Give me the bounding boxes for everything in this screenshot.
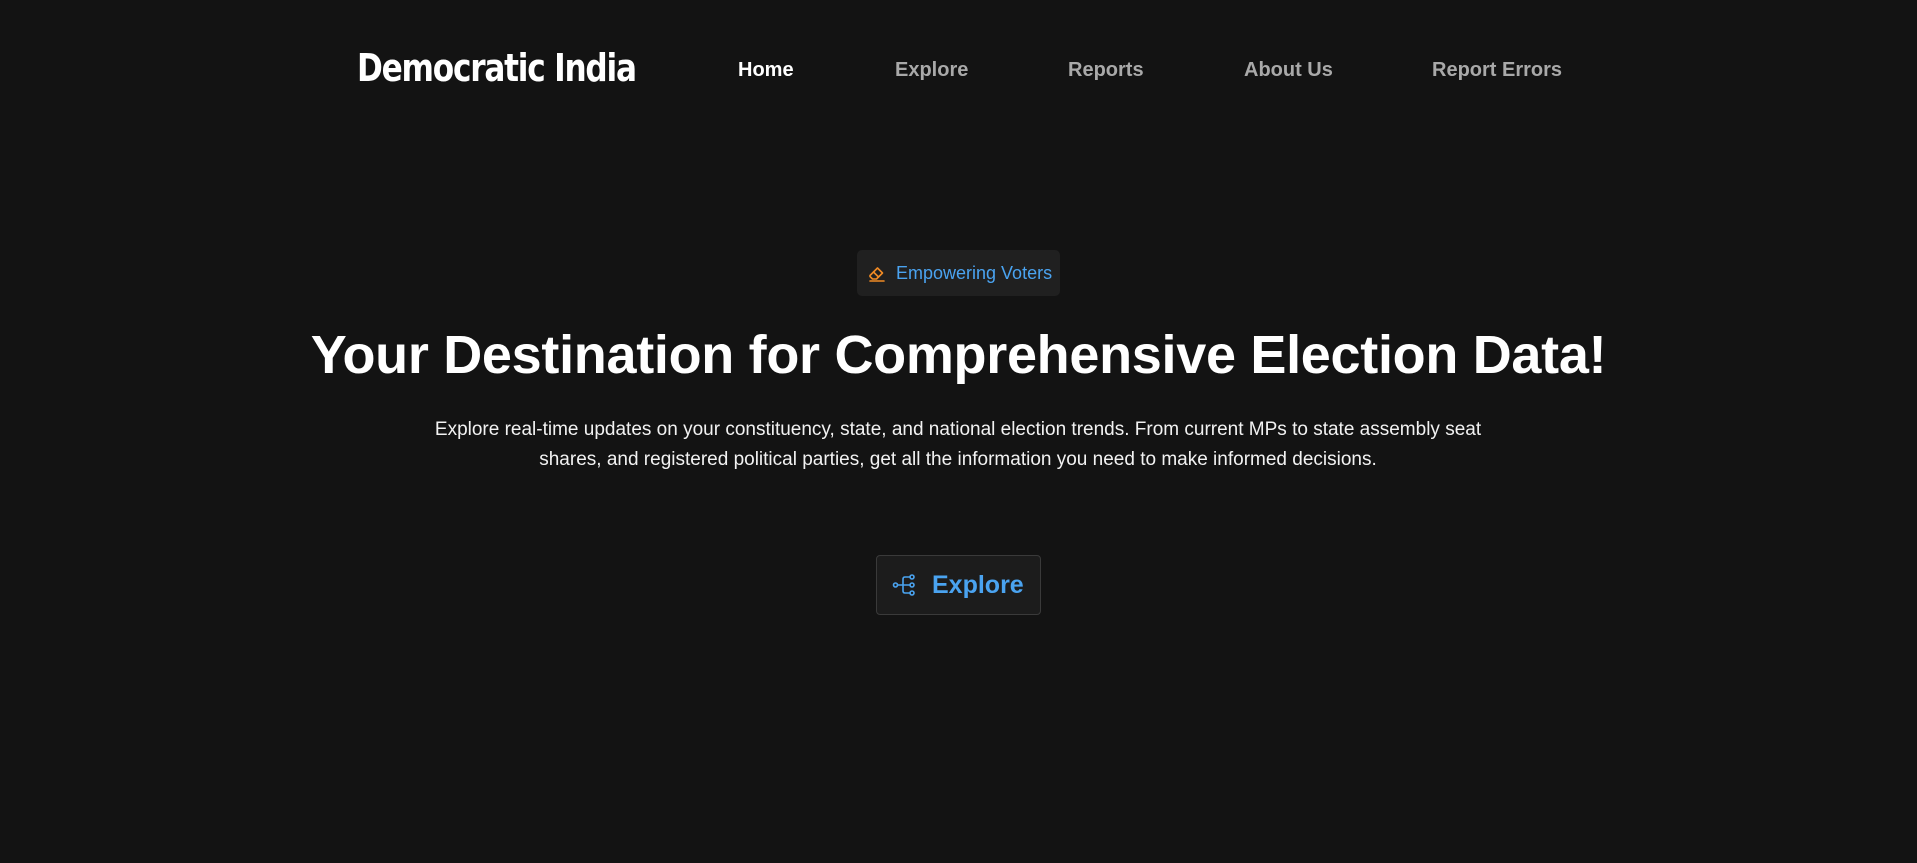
nav-report-errors[interactable]: Report Errors — [1432, 54, 1562, 86]
eraser-vote-icon — [867, 263, 887, 283]
explore-button[interactable]: Explore — [876, 555, 1041, 615]
hero-badge: Empowering Voters — [857, 250, 1060, 296]
main-nav: Home Explore Reports About Us Report Err… — [0, 54, 1917, 86]
nav-about-us[interactable]: About Us — [1244, 54, 1333, 86]
site-header: Democratic India Home Explore Reports Ab… — [0, 0, 1917, 140]
explore-button-label: Explore — [932, 570, 1024, 599]
nav-home[interactable]: Home — [738, 54, 794, 86]
hero-description: Explore real-time updates on your consti… — [434, 419, 1482, 470]
hero-title: Your Destination for Comprehensive Elect… — [310, 325, 1607, 385]
nav-reports[interactable]: Reports — [1068, 54, 1144, 86]
hierarchy-icon — [892, 572, 918, 598]
nav-explore[interactable]: Explore — [895, 54, 968, 86]
page: Democratic India Home Explore Reports Ab… — [0, 0, 1917, 863]
hero-badge-label: Empowering Voters — [896, 262, 1053, 283]
